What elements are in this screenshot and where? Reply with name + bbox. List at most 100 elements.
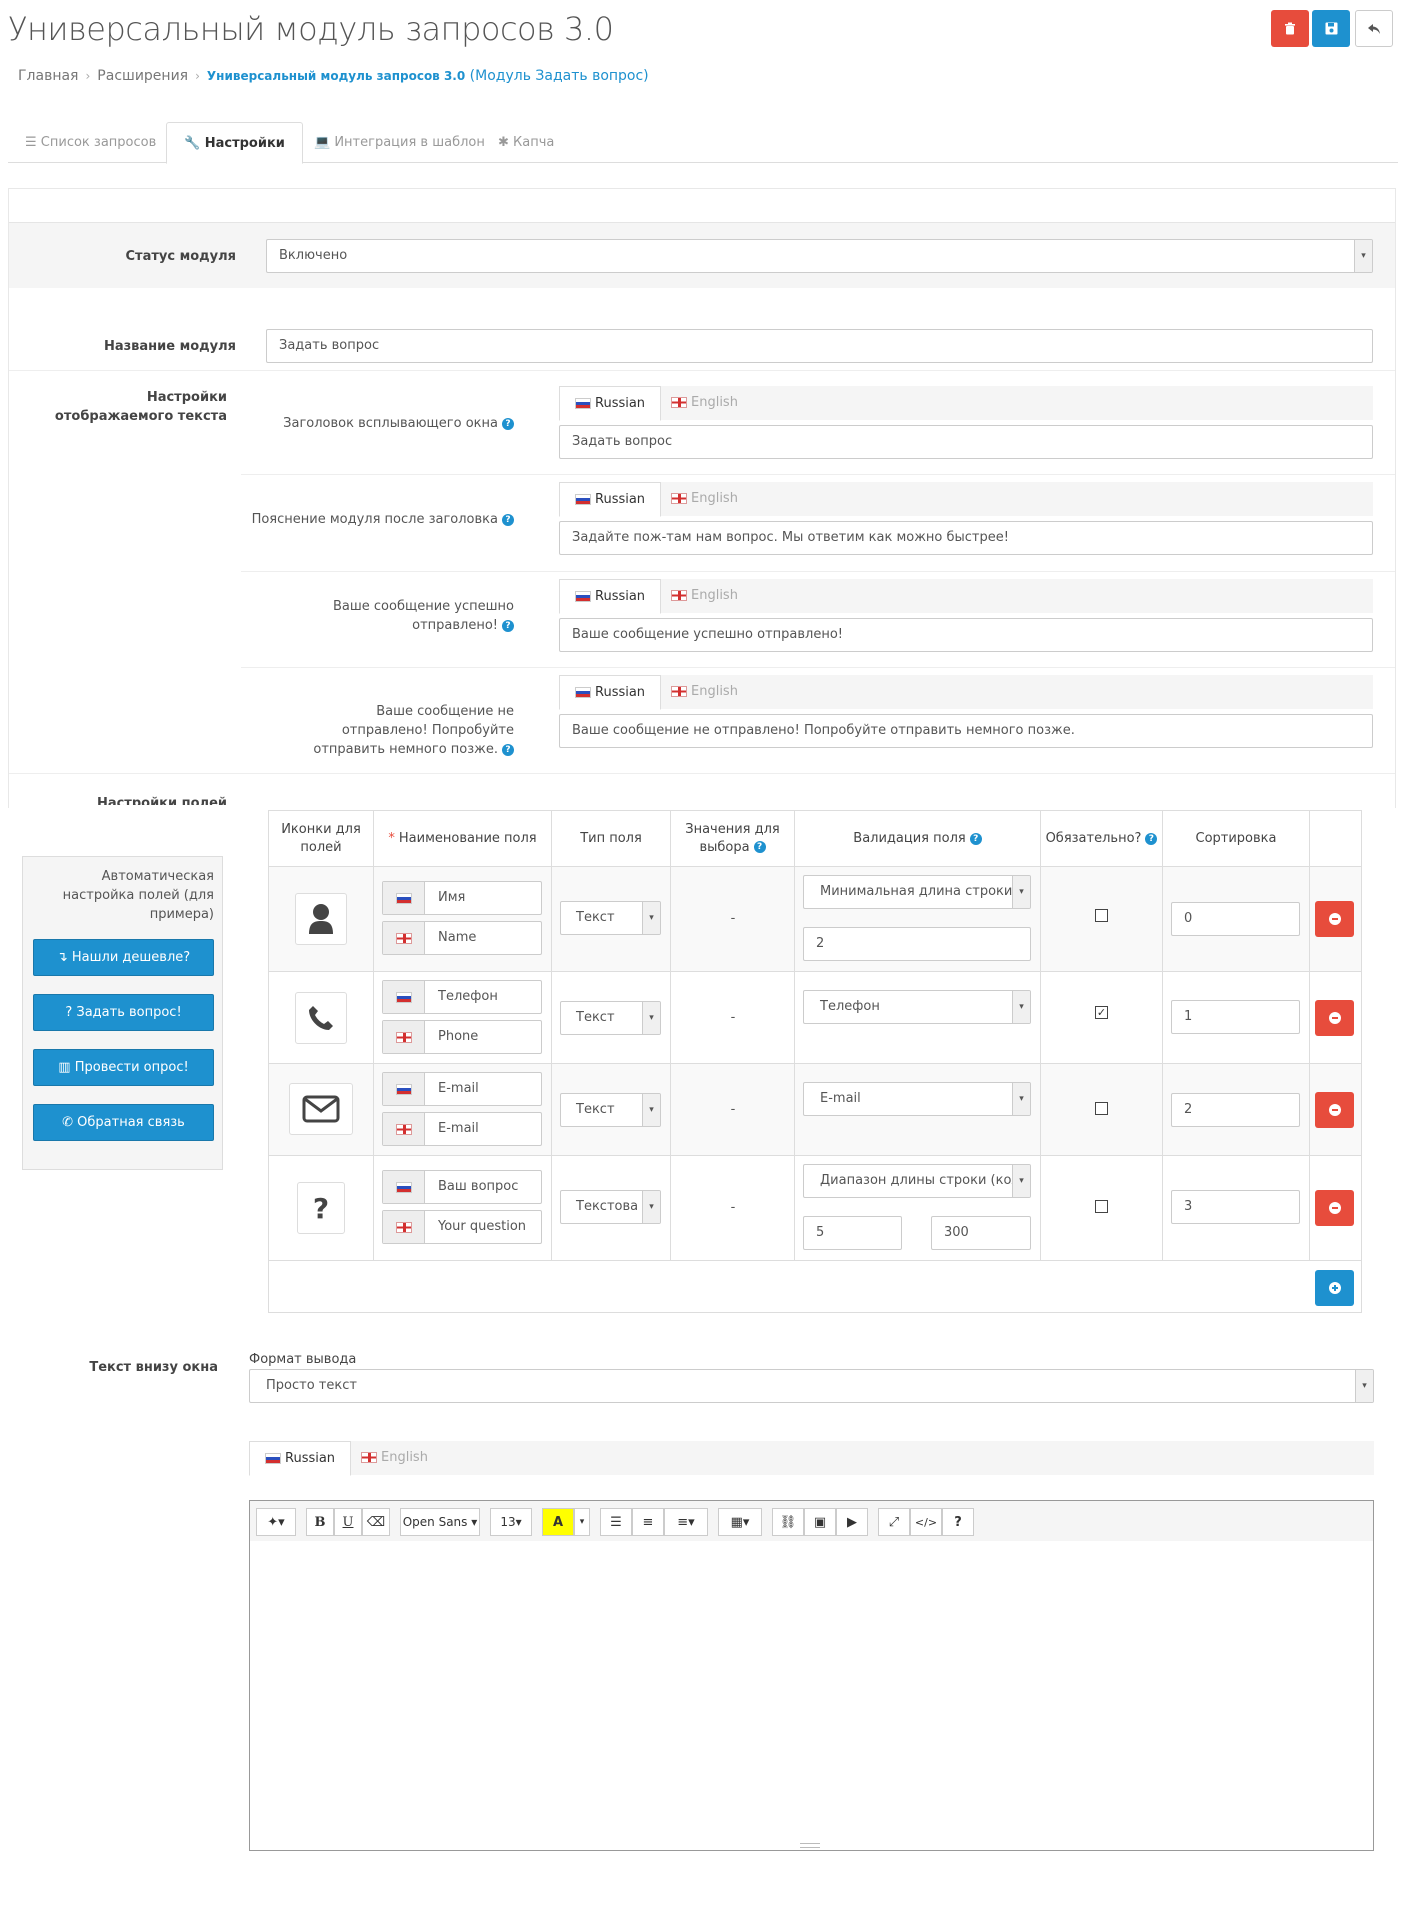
breadcrumb-current-suffix[interactable]: (Модуль Задать вопрос) (470, 68, 649, 84)
font-family-select[interactable]: Open Sans ▾ (400, 1508, 480, 1536)
validation-value-input[interactable]: 2 (803, 927, 1031, 961)
tab-captcha[interactable]: ✱ Капча (481, 122, 571, 164)
remove-row-button[interactable] (1315, 901, 1354, 937)
field-type-select[interactable]: Текст ▾ (560, 901, 661, 935)
add-field-button[interactable] (1315, 1270, 1354, 1306)
breadcrumb-home[interactable]: Главная (18, 68, 78, 84)
remove-row-button[interactable] (1315, 1092, 1354, 1128)
text-color-button[interactable]: A (542, 1508, 574, 1536)
lang-tab-en[interactable]: English (656, 675, 753, 710)
underline-button[interactable]: U (334, 1508, 362, 1536)
field-name-ru-input[interactable]: E-mail (382, 1072, 542, 1106)
field-type-select[interactable]: Текстова ▾ (560, 1190, 661, 1224)
user-icon[interactable] (295, 893, 347, 945)
tab-request-list[interactable]: ☰ Список запросов (8, 122, 173, 164)
question-icon[interactable]: ? (297, 1182, 345, 1234)
resize-handle[interactable] (800, 1843, 820, 1848)
field-name-ru-input[interactable]: Ваш вопрос (382, 1170, 542, 1204)
validation-select[interactable]: Телефон ▾ (803, 990, 1031, 1024)
sort-input[interactable]: 1 (1171, 1000, 1300, 1034)
lang-tab-ru[interactable]: Russian (559, 579, 662, 614)
flag-en-icon (395, 1221, 412, 1233)
magic-style-button[interactable]: ✦▾ (256, 1508, 296, 1536)
field-name-ru-input[interactable]: Телефон (382, 980, 542, 1014)
validation-min-input[interactable]: 5 (803, 1216, 902, 1250)
lang-tab-en[interactable]: English (656, 579, 753, 614)
bold-button[interactable]: B (306, 1508, 334, 1536)
image-button[interactable]: ▣ (804, 1508, 836, 1536)
field-name-en-input[interactable]: E-mail (382, 1112, 542, 1146)
video-button[interactable]: ▶ (836, 1508, 868, 1536)
fullscreen-button[interactable]: ⤢ (878, 1508, 910, 1536)
validation-select[interactable]: Минимальная длина строки ▾ (803, 875, 1031, 909)
delete-button[interactable] (1271, 10, 1309, 47)
envelope-icon[interactable] (289, 1083, 353, 1135)
help-icon: ? (1145, 832, 1158, 845)
required-checkbox[interactable]: ✓ (1095, 1006, 1108, 1019)
help-button[interactable]: ? (942, 1508, 974, 1536)
back-button[interactable] (1355, 10, 1393, 47)
question-icon: ? (65, 1005, 77, 1020)
flag-ru-icon (575, 398, 591, 409)
lang-tab-ru[interactable]: Russian (559, 675, 662, 710)
required-checkbox[interactable] (1095, 909, 1108, 922)
phone-icon[interactable] (295, 992, 347, 1044)
underline-icon: U (342, 1514, 354, 1530)
field-type-select[interactable]: Текст ▾ (560, 1001, 661, 1035)
eraser-button[interactable]: ⌫ (362, 1508, 390, 1536)
field-name-en-input[interactable]: Phone (382, 1020, 542, 1054)
preset-survey-button[interactable]: ▥ Провести опрос! (33, 1049, 214, 1086)
ordered-list-button[interactable]: ≡ (632, 1508, 664, 1536)
lang-tab-ru[interactable]: Russian (559, 482, 662, 517)
font-size-select[interactable]: 13 ▾ (490, 1508, 532, 1536)
field-name-en-input[interactable]: Name (382, 921, 542, 955)
lang-tab-ru[interactable]: Russian (559, 386, 662, 421)
lang-tab-ru[interactable]: Russian (249, 1441, 352, 1476)
unordered-list-button[interactable]: ☰ (600, 1508, 632, 1536)
preset-question-button[interactable]: ? Задать вопрос! (33, 994, 214, 1031)
chevron-down-icon: ▾ (642, 902, 660, 934)
help-icon: ? (502, 619, 514, 632)
text-color-dropdown[interactable]: ▾ (574, 1508, 590, 1536)
success-message-input[interactable]: Ваше сообщение успешно отправлено! (559, 618, 1373, 652)
format-select[interactable]: Просто текст ▾ (249, 1369, 1374, 1403)
validation-max-input[interactable]: 300 (931, 1216, 1031, 1250)
field-name-ru-input[interactable]: Имя (382, 881, 542, 915)
remove-row-button[interactable] (1315, 1190, 1354, 1226)
col-name: * Наименование поля (374, 811, 552, 866)
tab-bar: ☰ Список запросов 🔧 Настройки 💻 Интеграц… (8, 122, 1398, 164)
lang-tab-en[interactable]: English (656, 386, 753, 421)
chevron-down-icon: ▾ (642, 1002, 660, 1034)
field-name-en-input[interactable]: Your question (382, 1210, 542, 1244)
code-view-button[interactable]: </> (910, 1508, 942, 1536)
module-description-input[interactable]: Задайте пож-там нам вопрос. Мы ответим к… (559, 521, 1373, 555)
tab-integration[interactable]: 💻 Интеграция в шаблон (297, 122, 502, 164)
breadcrumb-current[interactable]: Универсальный модуль запросов 3.0 (207, 69, 465, 83)
sort-input[interactable]: 3 (1171, 1190, 1300, 1224)
table-button[interactable]: ▦▾ (718, 1508, 762, 1536)
fail-message-input[interactable]: Ваше сообщение не отправлено! Попробуйте… (559, 714, 1373, 748)
breadcrumb-extensions[interactable]: Расширения (97, 68, 188, 84)
lang-tab-en[interactable]: English (656, 482, 753, 517)
lang-tab-en[interactable]: English (346, 1441, 443, 1476)
validation-select[interactable]: E-mail ▾ (803, 1082, 1031, 1116)
preset-feedback-button[interactable]: ✆ Обратная связь (33, 1104, 214, 1141)
required-checkbox[interactable] (1095, 1102, 1108, 1115)
module-name-input[interactable]: Задать вопрос (266, 329, 1373, 363)
save-button[interactable] (1312, 10, 1350, 47)
rich-text-editor[interactable] (249, 1541, 1374, 1851)
flag-ru-icon (395, 1083, 412, 1095)
remove-row-button[interactable] (1315, 1000, 1354, 1036)
link-button[interactable]: ⛓ (772, 1508, 804, 1536)
paragraph-align-button[interactable]: ≡▾ (664, 1508, 708, 1536)
fields-table: Иконки для полей * Наименование поля Тип … (268, 810, 1362, 1313)
preset-cheaper-button[interactable]: ↴ Нашли дешевле? (33, 939, 214, 976)
field-type-select[interactable]: Текст ▾ (560, 1093, 661, 1127)
sort-input[interactable]: 2 (1171, 1093, 1300, 1127)
status-select[interactable]: Включено ▾ (266, 239, 1373, 273)
tab-settings[interactable]: 🔧 Настройки (166, 122, 303, 164)
required-checkbox[interactable] (1095, 1200, 1108, 1213)
sort-input[interactable]: 0 (1171, 902, 1300, 936)
validation-select[interactable]: Диапазон длины строки (кол ▾ (803, 1164, 1031, 1198)
popup-title-input[interactable]: Задать вопрос (559, 425, 1373, 459)
